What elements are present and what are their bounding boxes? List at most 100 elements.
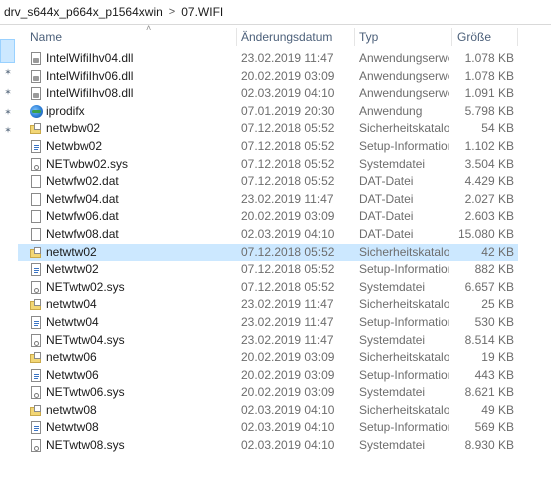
column-header-date[interactable]: Änderungsdatum: [241, 25, 332, 49]
file-type: DAT-Datei: [359, 191, 414, 206]
pin-icon[interactable]: ✶: [3, 67, 13, 77]
file-name: NETwtw06.sys: [46, 385, 125, 400]
file-row[interactable]: Netwtw08 02.03.2019 04:10 Setup-Informatio…: [18, 419, 518, 437]
navigation-pane: ✶ ✶ ✶ ✶: [0, 25, 18, 480]
security-catalog-icon: [30, 404, 43, 416]
file-name: netwtw08: [46, 402, 97, 417]
document-icon: [31, 227, 41, 241]
file-size: 530 KB: [474, 314, 514, 329]
document-icon: [31, 210, 41, 224]
navigation-selected-item[interactable]: [0, 39, 15, 63]
file-modified-date: 20.02.2019 03:09: [241, 350, 335, 365]
setup-information-icon: [31, 139, 41, 153]
file-row[interactable]: netwtw04 23.02.2019 11:47 Sicherheitskatal…: [18, 296, 518, 314]
file-name: IntelWifiIhv06.dll: [46, 68, 134, 83]
column-header-type[interactable]: Typ: [359, 25, 378, 49]
pin-icon[interactable]: ✶: [3, 87, 13, 97]
file-size: 2.027 KB: [464, 191, 514, 206]
file-modified-date: 07.12.2018 05:52: [241, 138, 335, 153]
system-file-icon: [31, 157, 41, 171]
column-divider[interactable]: [517, 28, 518, 46]
document-icon: [31, 175, 41, 189]
file-size: 49 KB: [481, 402, 514, 417]
file-modified-date: 02.03.2019 04:10: [241, 402, 335, 417]
file-name: netwtw06: [46, 350, 97, 365]
file-row[interactable]: NETwbw02.sys 07.12.2018 05:52 Systemdatei 3…: [18, 156, 518, 174]
file-list: IntelWifiIhv04.dll 23.02.2019 11:47 Anwend…: [18, 50, 518, 455]
file-type: Sicherheitskatalog: [359, 244, 449, 259]
file-size: 1.102 KB: [464, 138, 514, 153]
sort-ascending-icon: ˄: [146, 23, 152, 33]
breadcrumb-separator-icon: >: [168, 6, 176, 18]
file-name: Netwtw02: [46, 262, 99, 277]
file-size: 42 KB: [481, 244, 514, 259]
application-icon: [30, 104, 43, 118]
column-header-size[interactable]: Größe: [457, 25, 491, 49]
file-size: 19 KB: [481, 350, 514, 365]
file-row[interactable]: NETwtw08.sys 02.03.2019 04:10 Systemdatei 8…: [18, 437, 518, 455]
file-name: netwbw02: [46, 121, 101, 136]
column-header-name[interactable]: Name: [30, 25, 62, 49]
file-size: 54 KB: [481, 121, 514, 136]
file-row[interactable]: NETwtw06.sys 20.02.2019 03:09 Systemdatei 8…: [18, 384, 518, 402]
dll-file-icon: [31, 69, 41, 83]
file-row[interactable]: Netwfw04.dat 23.02.2019 11:47 DAT-Datei 2.0…: [18, 191, 518, 209]
breadcrumb-item-driver-folder[interactable]: drv_s644x_p664x_p1564xwin: [0, 5, 163, 19]
file-row[interactable]: netwbw02 07.12.2018 05:52 Sicherheitskatal…: [18, 120, 518, 138]
pin-icon[interactable]: ✶: [3, 107, 13, 117]
file-name: IntelWifiIhv04.dll: [46, 51, 134, 65]
file-row[interactable]: Netwtw04 23.02.2019 11:47 Setup-Informatio…: [18, 314, 518, 332]
file-name: iprodifx: [46, 103, 85, 118]
security-catalog-icon: [30, 246, 43, 258]
file-row[interactable]: NETwtw04.sys 23.02.2019 11:47 Systemdatei 8…: [18, 332, 518, 350]
file-row[interactable]: netwtw02 07.12.2018 05:52 Sicherheitskatal…: [18, 243, 518, 262]
file-modified-date: 07.12.2018 05:52: [241, 262, 335, 277]
dll-file-icon: [31, 52, 41, 65]
file-modified-date: 07.01.2019 20:30: [241, 103, 335, 118]
file-name: NETwtw08.sys: [46, 438, 125, 453]
file-modified-date: 20.02.2019 03:09: [241, 385, 335, 400]
file-type: Setup-Information...: [359, 420, 449, 435]
file-row[interactable]: Netwtw02 07.12.2018 05:52 Setup-Informatio…: [18, 261, 518, 279]
file-name: Netwbw02: [46, 138, 103, 153]
file-row[interactable]: netwtw06 20.02.2019 03:09 Sicherheitskatal…: [18, 349, 518, 367]
file-type: Sicherheitskatalog: [359, 350, 449, 365]
file-row[interactable]: IntelWifiIhv08.dll 02.03.2019 04:10 Anwend…: [18, 85, 518, 103]
file-size: 5.798 KB: [464, 103, 514, 118]
breadcrumb-item-wifi-folder[interactable]: 07.WIFI: [181, 5, 223, 19]
security-catalog-icon: [30, 299, 43, 311]
file-row[interactable]: Netwfw08.dat 02.03.2019 04:10 DAT-Datei 15.…: [18, 226, 518, 244]
file-explorer-window: drv_s644x_p664x_p1564xwin > 07.WIFI ✶ ✶ …: [0, 0, 551, 480]
file-size: 569 KB: [474, 420, 514, 435]
file-size: 6.657 KB: [464, 279, 514, 294]
column-header: ˄ Name Änderungsdatum Typ Größe: [18, 23, 551, 49]
file-row[interactable]: IntelWifiIhv04.dll 23.02.2019 11:47 Anwend…: [18, 50, 518, 68]
file-name: netwtw04: [46, 297, 97, 312]
setup-information-icon: [31, 263, 41, 277]
file-name: Netwfw06.dat: [46, 209, 119, 224]
file-row[interactable]: Netwtw06 20.02.2019 03:09 Setup-Informatio…: [18, 367, 518, 385]
pin-icon[interactable]: ✶: [3, 125, 13, 135]
file-row[interactable]: Netwfw06.dat 20.02.2019 03:09 DAT-Datei 2.6…: [18, 208, 518, 226]
file-row[interactable]: IntelWifiIhv06.dll 20.02.2019 03:09 Anwend…: [18, 68, 518, 86]
file-type: DAT-Datei: [359, 174, 414, 189]
file-row[interactable]: netwtw08 02.03.2019 04:10 Sicherheitskatal…: [18, 402, 518, 420]
file-size: 8.930 KB: [464, 438, 514, 453]
column-divider[interactable]: [236, 28, 237, 46]
file-row[interactable]: iprodifx 07.01.2019 20:30 Anwendung 5.798 K…: [18, 103, 518, 121]
file-size: 3.504 KB: [464, 156, 514, 171]
file-row[interactable]: Netwbw02 07.12.2018 05:52 Setup-Informatio…: [18, 138, 518, 156]
file-modified-date: 02.03.2019 04:10: [241, 438, 335, 453]
file-size: 1.078 KB: [464, 68, 514, 83]
file-row[interactable]: Netwfw02.dat 07.12.2018 05:52 DAT-Datei 4.4…: [18, 173, 518, 191]
column-divider[interactable]: [354, 28, 355, 46]
file-row[interactable]: NETwtw02.sys 07.12.2018 05:52 Systemdatei 6…: [18, 279, 518, 297]
file-name: Netwtw04: [46, 314, 99, 329]
file-type: Anwendung: [359, 103, 423, 118]
file-modified-date: 23.02.2019 11:47: [241, 51, 334, 65]
setup-information-icon: [31, 421, 41, 435]
vertical-scrollbar[interactable]: [519, 25, 533, 480]
column-divider[interactable]: [451, 28, 452, 46]
file-modified-date: 02.03.2019 04:10: [241, 226, 335, 241]
file-name: NETwtw04.sys: [46, 332, 125, 347]
